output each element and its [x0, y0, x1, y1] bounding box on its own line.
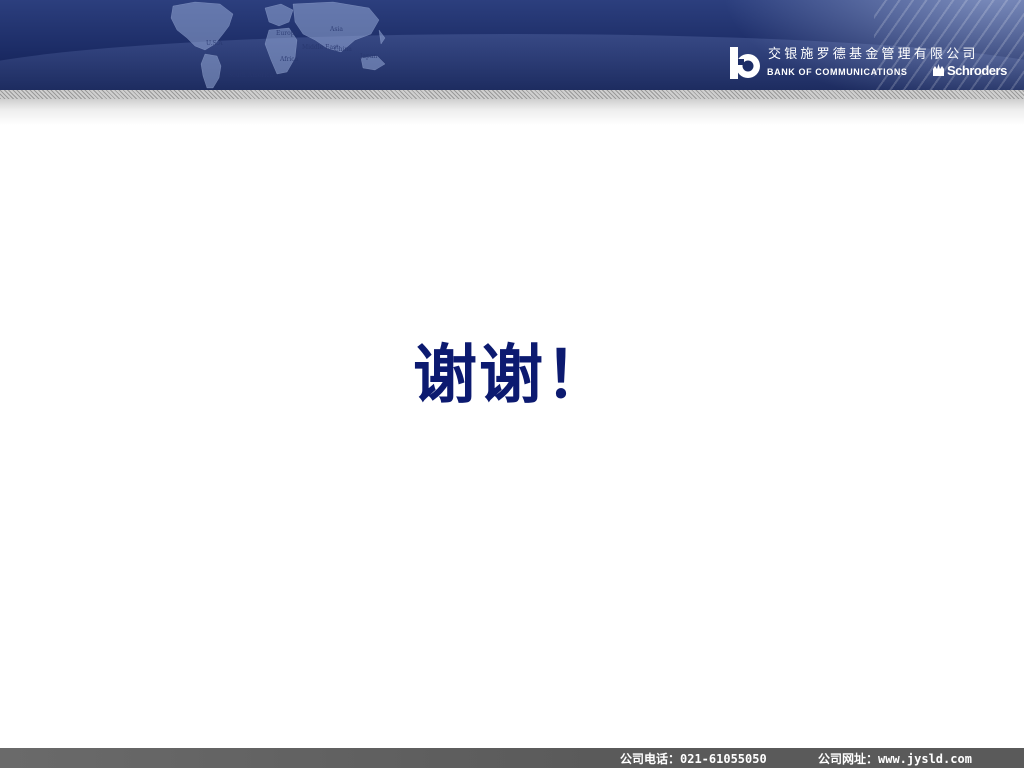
schroders-crest-icon — [933, 64, 944, 76]
footer-bar: 公司电话：021-61055050 公司网址：www.jysld.com — [0, 748, 1024, 768]
map-label-japan: Japan — [360, 53, 378, 60]
partner-name-schroders: Schroders — [947, 63, 1007, 78]
bank-of-communications-logo-icon — [730, 47, 760, 79]
company-website: 公司网址：www.jysld.com — [818, 752, 972, 766]
map-label-asia: Asia — [330, 26, 343, 33]
header-banner: U.S.A Europe Asia Middle East China Afri… — [0, 0, 1024, 90]
header-hatch-divider — [0, 90, 1024, 99]
map-label-africa: Africa — [280, 56, 299, 63]
footer-left-band — [0, 748, 600, 768]
map-label-south-america: South America — [228, 72, 274, 79]
company-name-english: BANK OF COMMUNICATIONS — [767, 67, 908, 77]
header-shadow — [0, 99, 1024, 125]
company-name-chinese: 交银施罗德基金管理有限公司 — [768, 47, 979, 62]
thanks-title: 谢谢！ — [413, 338, 611, 413]
company-phone: 公司电话：021-61055050 — [620, 752, 767, 766]
map-label-china: China — [334, 46, 352, 53]
map-label-usa: U.S.A — [206, 40, 223, 47]
map-label-europe: Europe — [276, 30, 299, 37]
world-map-graphic — [170, 1, 386, 89]
